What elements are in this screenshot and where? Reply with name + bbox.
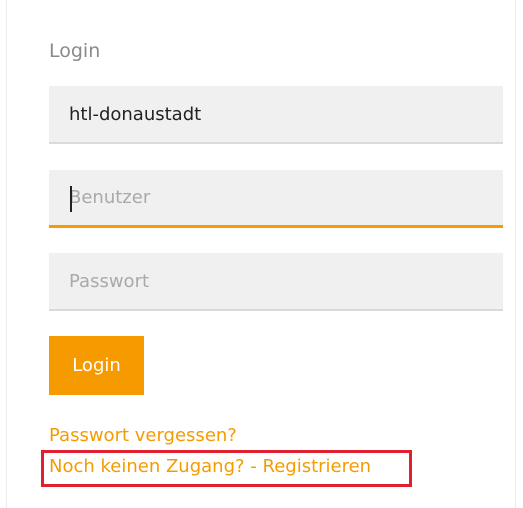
forgot-password-link[interactable]: Passwort vergessen? [49, 425, 237, 446]
login-button[interactable]: Login [49, 336, 144, 395]
password-field[interactable] [49, 253, 503, 311]
username-field[interactable] [49, 170, 503, 228]
school-field[interactable] [49, 86, 503, 144]
text-caret [70, 186, 72, 212]
login-title: Login [49, 40, 101, 62]
login-panel: Login Login Passwort vergessen? Noch kei… [6, 0, 516, 508]
register-link[interactable]: Noch keinen Zugang? - Registrieren [49, 456, 371, 477]
